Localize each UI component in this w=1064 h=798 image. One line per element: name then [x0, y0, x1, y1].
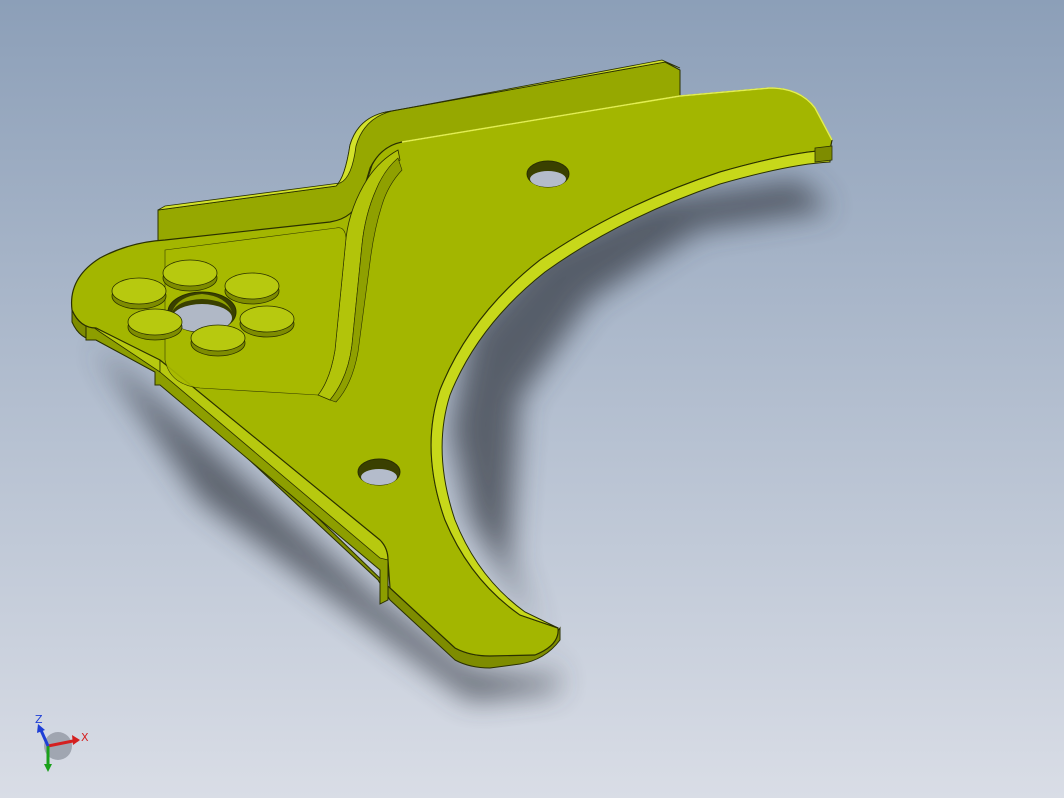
mounting-hole-lower[interactable] [357, 458, 401, 486]
triad-x-label: X [81, 731, 89, 744]
mounting-hole-upper[interactable] [526, 160, 570, 188]
graphics-viewport[interactable]: Z X [0, 0, 1064, 798]
boss-pad [162, 259, 218, 292]
boss-pad [239, 305, 295, 338]
cad-scene[interactable]: Z X [0, 0, 1064, 798]
boss-pad [190, 324, 246, 357]
boss-pad [224, 272, 280, 305]
triad-z-label: Z [35, 713, 43, 726]
boss-pad [111, 277, 167, 310]
boss-pad [127, 308, 183, 341]
right-tip-side [814, 145, 833, 163]
